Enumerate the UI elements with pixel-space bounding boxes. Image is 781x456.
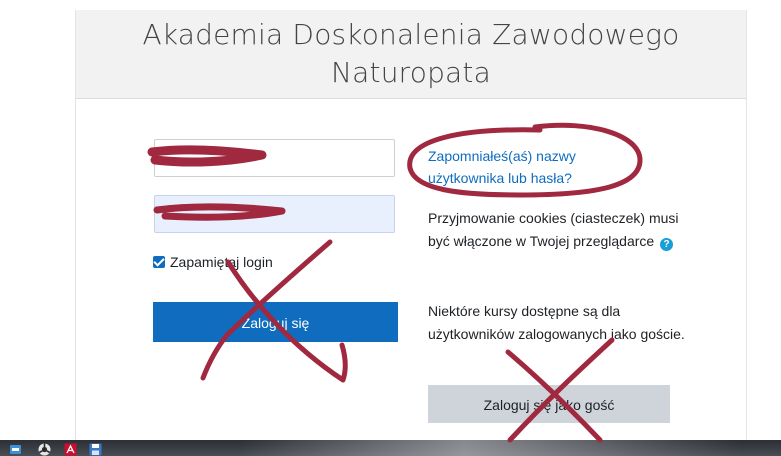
save-icon[interactable] (89, 443, 102, 456)
chrome-icon[interactable] (38, 443, 51, 456)
taskbar (0, 440, 781, 456)
username-input[interactable] (154, 139, 395, 177)
site-title: Akademia Doskonalenia Zawodowego Naturop… (142, 18, 680, 89)
forgot-password-link[interactable]: Zapomniałeś(aś) nazwy użytkownika lub ha… (428, 145, 628, 189)
password-input[interactable] (154, 195, 395, 233)
app-icon[interactable] (9, 443, 22, 456)
remember-label: Zapamiętaj login (170, 254, 273, 270)
login-card: Akademia Doskonalenia Zawodowego Naturop… (75, 10, 747, 440)
cookies-notice: Przyjmowanie cookies (ciasteczek) musi b… (428, 207, 688, 253)
question-circle-icon[interactable]: ? (660, 238, 674, 251)
taskbar-window-preview (240, 440, 740, 456)
login-button[interactable]: Zaloguj się (153, 302, 398, 342)
guest-notice: Niektóre kursy dostępne są dla użytkowni… (428, 303, 685, 342)
screenshot-stage: Akademia Doskonalenia Zawodowego Naturop… (0, 0, 781, 456)
guest-login-button[interactable]: Zaloguj się jako gość (428, 385, 670, 423)
login-header: Akademia Doskonalenia Zawodowego Naturop… (76, 10, 746, 99)
pdf-icon[interactable] (64, 443, 77, 456)
remember-username[interactable]: Zapamiętaj login (153, 254, 273, 270)
cookies-notice-text: Przyjmowanie cookies (ciasteczek) musi b… (428, 210, 679, 249)
remember-checkbox[interactable] (153, 256, 165, 268)
